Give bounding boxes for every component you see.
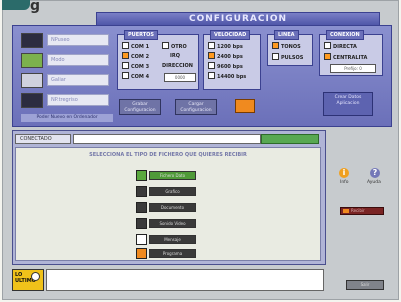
modem-icon — [21, 53, 43, 68]
list-item-label: NPuseo — [47, 34, 109, 46]
line-title: LINEA — [274, 30, 299, 40]
device-icon — [21, 93, 43, 108]
list-item-label: Modo — [47, 54, 109, 66]
main-panel: CONECTADO SELECCIONA EL TIPO DE FICHERO … — [12, 130, 326, 265]
lo-ultimo-logo: LO ULTIMO — [12, 269, 44, 291]
pulsos-checkbox[interactable]: PULSOS — [272, 53, 303, 61]
device-list-caption: Poder Nuevo en Ordenador — [21, 114, 113, 122]
speed-14400-checkbox[interactable]: 14400 bps — [208, 72, 246, 80]
file-type-area: SELECCIONA EL TIPO DE FICHERO QUE QUIERE… — [15, 147, 321, 261]
file-type-swatch — [136, 248, 147, 259]
status-bar — [73, 134, 261, 144]
list-item[interactable]: NP.tregriso — [19, 92, 113, 109]
com1-checkbox[interactable]: COM 1 — [122, 42, 149, 50]
file-type-label: Grafico — [149, 187, 196, 196]
file-type-option[interactable]: Fichero Dato — [136, 170, 196, 181]
tonos-checkbox[interactable]: TONOS — [272, 42, 301, 50]
configuration-panel: NPuseo Modo Galiar NP.tregriso Poder Nue… — [12, 25, 392, 127]
status-indicator — [261, 134, 319, 144]
file-type-instruction: SELECCIONA EL TIPO DE FICHERO QUE QUIERE… — [89, 152, 247, 158]
help-icon[interactable]: ? — [370, 168, 380, 178]
ports-group: PUERTOS COM 1 COM 2 COM 3 COM 4 OTRO IRQ… — [117, 30, 199, 90]
file-type-swatch — [136, 202, 147, 213]
file-type-option[interactable]: Documento — [136, 202, 196, 213]
centralita-checkbox[interactable]: CENTRALITA — [324, 53, 367, 61]
irq-label: IRQ — [170, 53, 180, 59]
connection-status: CONECTADO — [15, 134, 71, 144]
direccion-label: DIRECCION — [162, 63, 193, 69]
file-type-label: Fichero Dato — [149, 171, 196, 180]
receive-indicator-icon — [343, 209, 349, 213]
ball-icon — [31, 272, 40, 281]
list-item[interactable]: Galiar — [19, 72, 113, 89]
gallery-icon — [21, 73, 43, 88]
info-icon[interactable]: i — [339, 168, 349, 178]
speed-2400-checkbox[interactable]: 2400 bps — [208, 52, 243, 60]
orange-action-button[interactable] — [235, 99, 255, 113]
exit-button[interactable]: Salir — [346, 280, 384, 290]
list-item[interactable]: NPuseo — [19, 32, 113, 49]
speed-9600-checkbox[interactable]: 9600 bps — [208, 62, 243, 70]
line-group: LINEA TONOS PULSOS — [267, 30, 313, 66]
file-type-option[interactable]: Mensaje — [136, 234, 196, 245]
list-item[interactable]: Modo — [19, 52, 113, 69]
receive-label: Recibir — [351, 208, 365, 213]
create-data-button[interactable]: Crear Datos Aplicacion — [323, 92, 373, 116]
file-type-label: Sonido Video — [149, 219, 196, 228]
save-config-button[interactable]: Grabar Configuracion — [119, 99, 161, 115]
connection-title: CONEXION — [326, 30, 364, 40]
ports-title: PUERTOS — [124, 30, 159, 40]
brand-letter: g — [30, 0, 41, 14]
file-type-option[interactable]: Sonido Video — [136, 218, 196, 229]
list-item-label: Galiar — [47, 74, 109, 86]
com3-checkbox[interactable]: COM 3 — [122, 62, 149, 70]
file-type-option[interactable]: Grafico — [136, 186, 196, 197]
file-type-label: Documento — [149, 203, 196, 212]
com2-checkbox[interactable]: COM 2 — [122, 52, 149, 60]
file-type-swatch — [136, 186, 147, 197]
otro-checkbox[interactable]: OTRO — [162, 42, 187, 50]
speed-group: VELOCIDAD 1200 bps 2400 bps 9600 bps 144… — [203, 30, 261, 90]
file-type-option[interactable]: Programa — [136, 248, 196, 259]
file-type-swatch — [136, 170, 147, 181]
address-field[interactable]: 0000 — [164, 73, 196, 82]
device-list: NPuseo Modo Galiar NP.tregriso Poder Nue… — [19, 30, 113, 122]
file-type-label: Programa — [149, 249, 196, 258]
receive-button[interactable]: Recibir — [340, 207, 384, 215]
load-config-button[interactable]: Cargar Configuracion — [175, 99, 217, 115]
directa-checkbox[interactable]: DIRECTA — [324, 42, 357, 50]
com4-checkbox[interactable]: COM 4 — [122, 72, 149, 80]
message-field — [46, 269, 324, 291]
speed-title: VELOCIDAD — [210, 30, 251, 40]
file-type-swatch — [136, 234, 147, 245]
file-type-swatch — [136, 218, 147, 229]
brand-logo — [2, 0, 30, 10]
speed-1200-checkbox[interactable]: 1200 bps — [208, 42, 243, 50]
info-label: Info — [340, 180, 349, 185]
file-type-label: Mensaje — [149, 235, 196, 244]
help-label: Ayuda — [367, 180, 381, 185]
pc-icon — [21, 33, 43, 48]
prefix-field[interactable]: Prefijo: 0 — [330, 64, 376, 73]
connection-group: CONEXION DIRECTA CENTRALITA Prefijo: 0 — [319, 30, 383, 76]
list-item-label: NP.tregriso — [47, 94, 109, 106]
